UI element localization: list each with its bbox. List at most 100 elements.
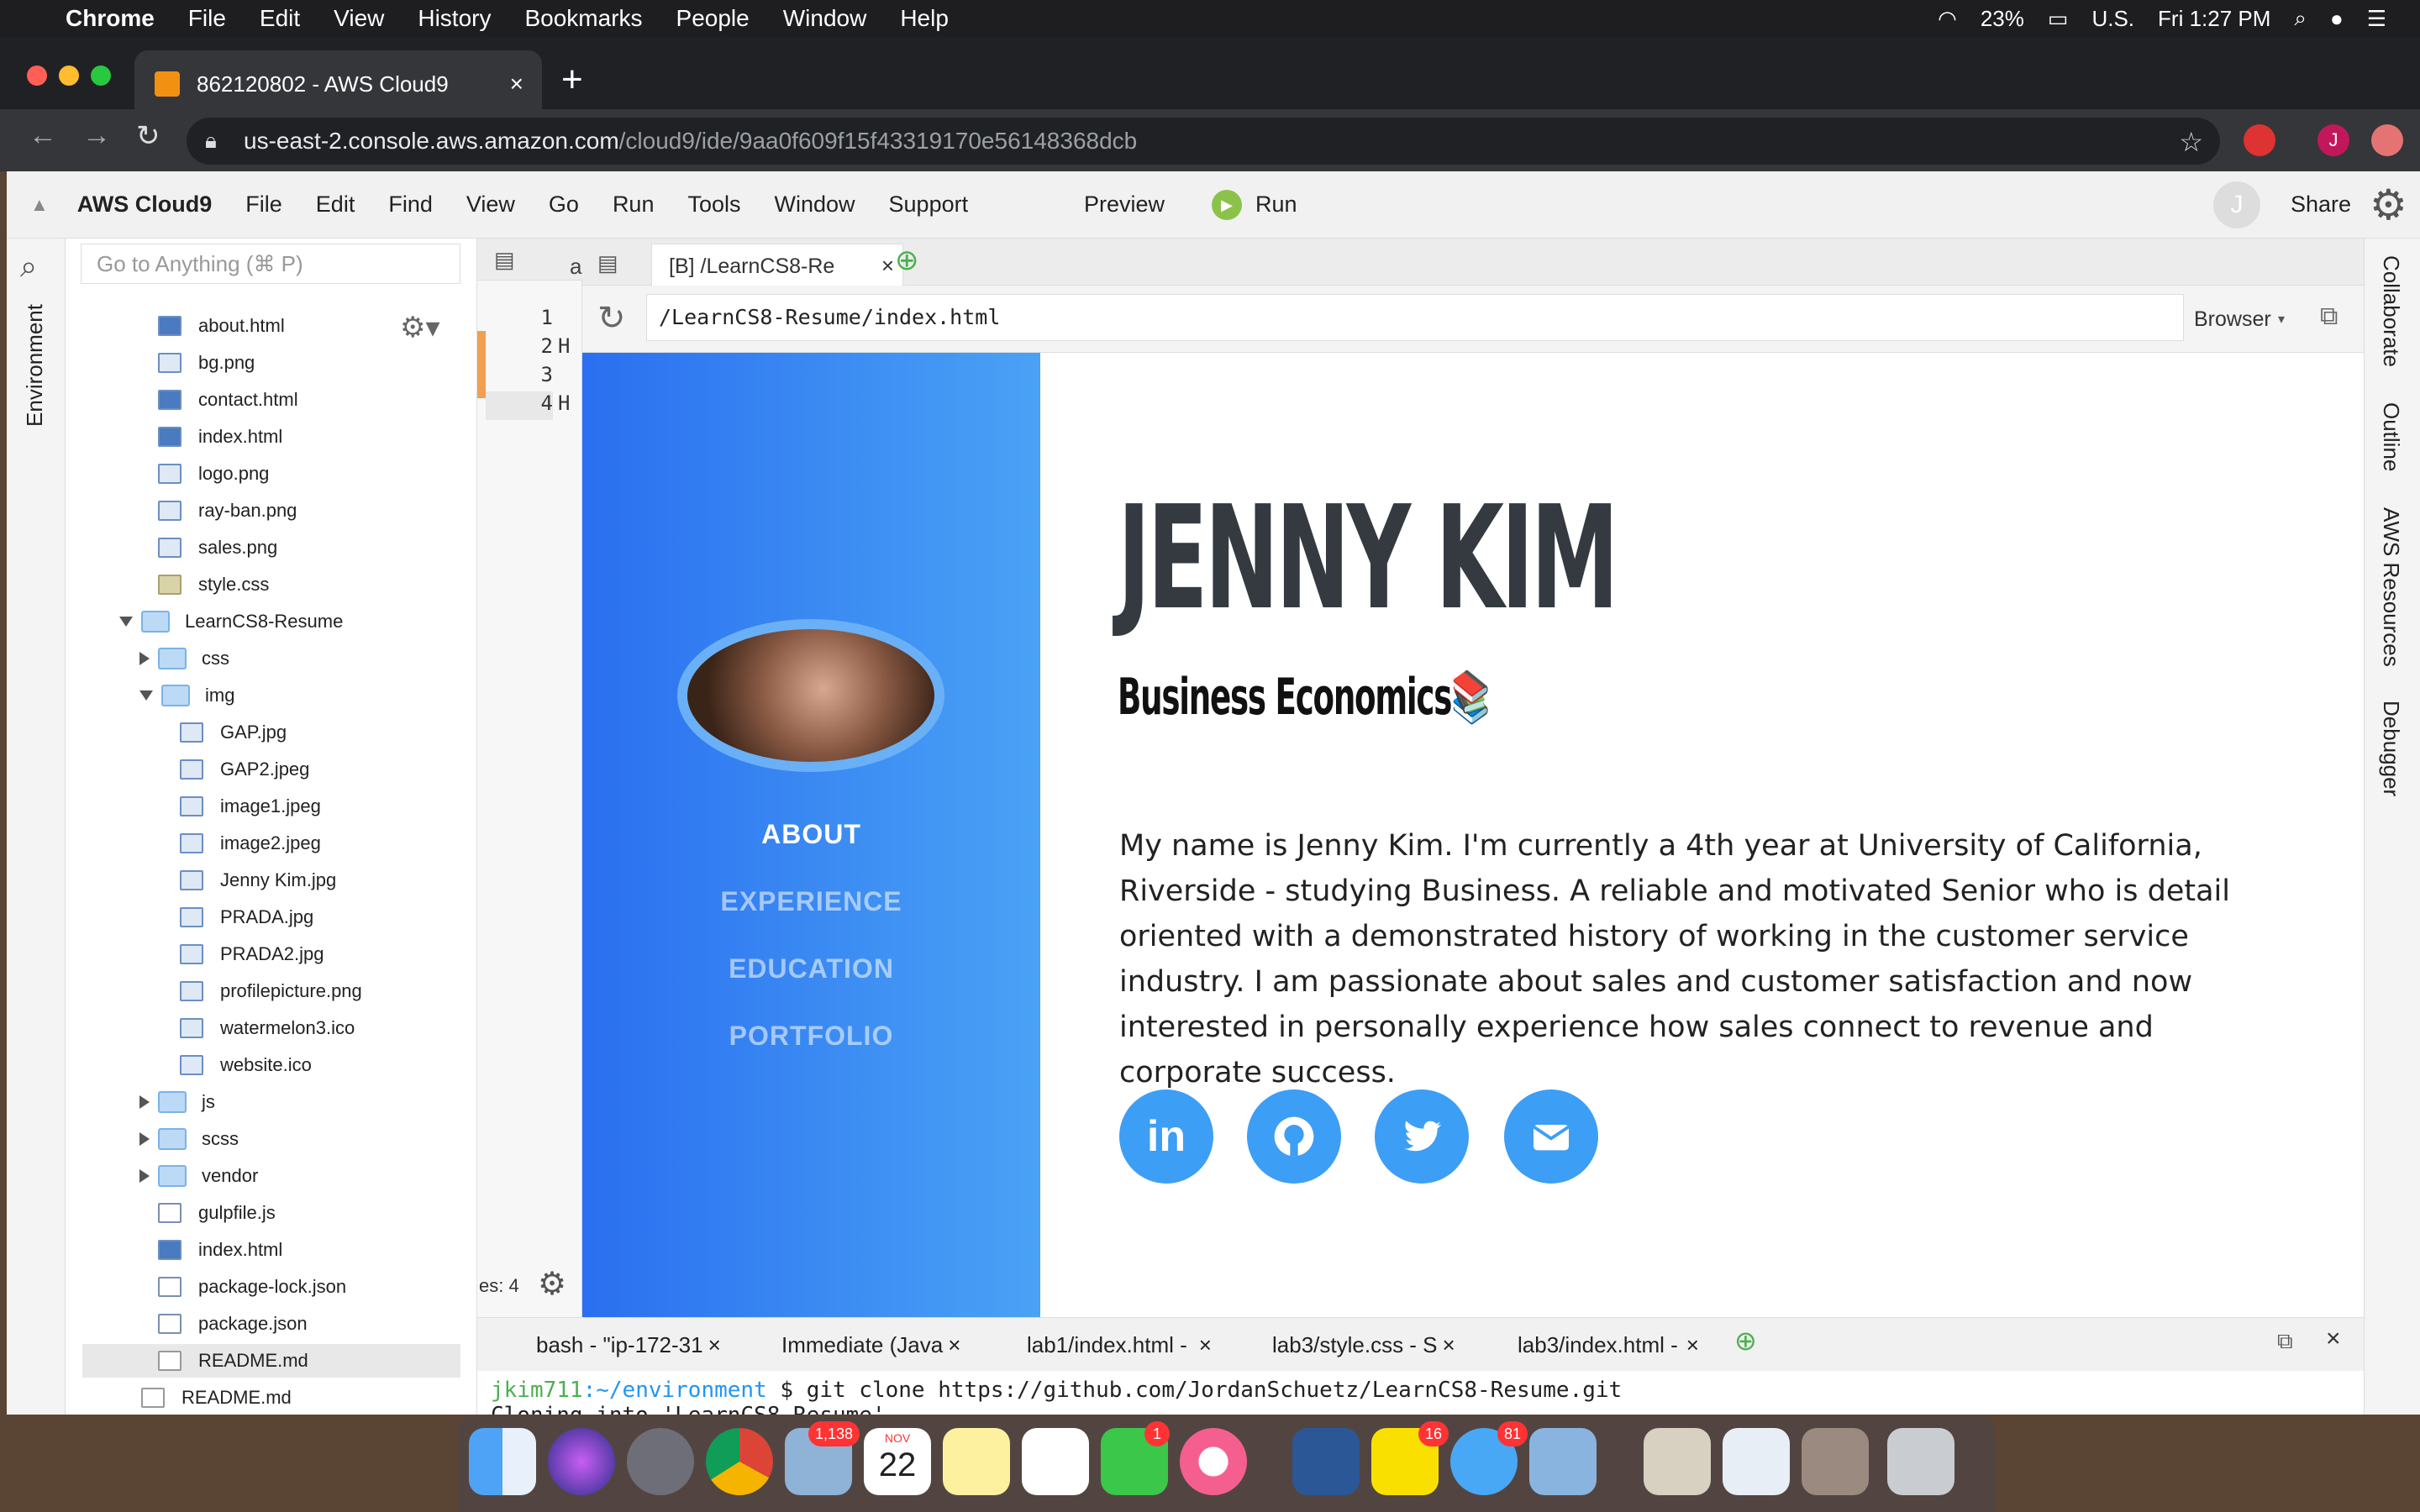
chrome-icon[interactable] — [706, 1428, 773, 1495]
new-tab-icon[interactable]: + — [561, 59, 583, 101]
tree-item[interactable]: watermelon3.ico — [180, 1011, 355, 1045]
browser-tab[interactable]: 862120802 - AWS Cloud9 × — [134, 50, 542, 118]
tree-item[interactable]: scss — [139, 1122, 239, 1156]
debugger-panel-tab[interactable]: Debugger — [2378, 701, 2404, 796]
refresh-icon[interactable]: ↻ — [597, 299, 626, 338]
aws-resources-panel-tab[interactable]: AWS Resources — [2378, 507, 2404, 667]
bookmark-star-icon[interactable]: ☆ — [2179, 126, 2203, 158]
menubar-history[interactable]: History — [418, 5, 491, 32]
tab-bash[interactable]: bash - "ip-172-31 × — [536, 1328, 721, 1362]
address-bar[interactable]: 🔒︎ us-east-2.console.aws.amazon.com/clou… — [187, 118, 2220, 165]
chevron-right-icon[interactable] — [139, 1169, 150, 1183]
tree-item[interactable]: sales.png — [158, 531, 277, 564]
github-icon[interactable] — [1247, 1089, 1341, 1184]
tree-item[interactable]: PRADA.jpg — [180, 900, 313, 934]
reminders-icon[interactable] — [1022, 1428, 1089, 1495]
chevron-down-icon[interactable] — [119, 617, 133, 627]
input-source[interactable]: U.S. — [2091, 6, 2134, 32]
wifi-icon[interactable]: ◠ — [1938, 6, 1957, 32]
cloud9-menu-support[interactable]: Support — [889, 192, 969, 218]
tree-item[interactable]: about.html — [158, 309, 285, 343]
run-button[interactable]: Run — [1255, 192, 1297, 218]
window-thumbnail-icon[interactable] — [1723, 1428, 1790, 1495]
cloud9-menu-file[interactable]: File — [245, 192, 282, 218]
nav-experience[interactable]: EXPERIENCE — [582, 886, 1040, 917]
nav-about[interactable]: ABOUT — [582, 819, 1040, 850]
code-editor[interactable]: ▤ a 12H34H es: 4 ⚙ — [477, 239, 582, 1317]
editor-settings-gear-icon[interactable]: ⚙ — [538, 1265, 566, 1303]
close-panel-icon[interactable]: × — [2326, 1325, 2341, 1353]
siri-icon[interactable] — [548, 1428, 615, 1495]
collaborate-panel-tab[interactable]: Collaborate — [2378, 255, 2404, 367]
tree-item[interactable]: README.md — [141, 1381, 292, 1415]
linkedin-icon[interactable]: in — [1119, 1089, 1213, 1184]
chevron-right-icon[interactable] — [139, 1095, 150, 1109]
extension-icon-2[interactable] — [2371, 124, 2403, 156]
cloud9-menu-view[interactable]: View — [466, 192, 515, 218]
search-icon[interactable]: ⌕ — [20, 249, 37, 285]
outline-panel-tab[interactable]: Outline — [2378, 402, 2404, 471]
reload-icon[interactable]: ↻ — [136, 119, 160, 153]
tree-item[interactable]: ray-ban.png — [158, 494, 297, 528]
tree-item[interactable]: js — [139, 1085, 215, 1119]
cloud9-menu-edit[interactable]: Edit — [316, 192, 355, 218]
restore-panel-icon[interactable]: ⧉ — [2277, 1328, 2293, 1355]
tree-item[interactable]: bg.png — [158, 346, 255, 380]
back-icon[interactable]: ← — [29, 119, 57, 152]
environment-panel-tab[interactable]: Environment — [22, 304, 48, 427]
close-tab-icon[interactable]: × — [510, 71, 523, 97]
new-tab-plus-icon[interactable]: ⊕ — [895, 244, 919, 277]
finder-icon[interactable] — [469, 1428, 536, 1495]
music-icon[interactable] — [1180, 1428, 1247, 1495]
minimize-window-button[interactable] — [59, 66, 79, 86]
tree-item[interactable]: image2.jpeg — [180, 827, 321, 860]
tree-item[interactable]: style.css — [158, 568, 269, 601]
tree-item[interactable]: GAP.jpg — [180, 716, 287, 749]
collapse-toolbar-icon[interactable]: ▲ — [30, 194, 49, 216]
calendar-icon[interactable]: NOV 22 — [864, 1428, 931, 1495]
tree-settings-gear-icon[interactable]: ⚙▾ — [400, 311, 440, 344]
tree-item[interactable]: Jenny Kim.jpg — [180, 864, 336, 897]
tab-immediate[interactable]: Immediate (Java × — [781, 1328, 960, 1362]
tree-item[interactable]: README.md — [82, 1344, 460, 1378]
tree-item[interactable]: contact.html — [158, 383, 298, 417]
close-tab-icon[interactable]: × — [948, 1332, 960, 1358]
forward-icon[interactable]: → — [82, 119, 111, 152]
menubar-app-name[interactable]: Chrome — [66, 5, 155, 32]
tree-item[interactable]: gulpfile.js — [158, 1196, 276, 1230]
tree-item[interactable]: index.html — [158, 1233, 282, 1267]
cloud9-brand[interactable]: AWS Cloud9 — [77, 192, 213, 218]
tree-item[interactable]: package-lock.json — [158, 1270, 346, 1304]
notification-center-icon[interactable]: ☰ — [2367, 6, 2386, 32]
cloud9-menu-go[interactable]: Go — [549, 192, 579, 218]
menubar-edit[interactable]: Edit — [260, 5, 300, 32]
document-thumbnail-icon[interactable] — [1644, 1428, 1711, 1495]
tab-menu-icon[interactable]: ▤ — [597, 250, 618, 276]
twitter-icon[interactable] — [1375, 1089, 1469, 1184]
preview-path-input[interactable]: /LearnCS8-Resume/index.html — [646, 294, 2184, 341]
settings-gear-icon[interactable]: ⚙ — [2370, 181, 2407, 229]
email-icon[interactable] — [1504, 1089, 1598, 1184]
menubar-file[interactable]: File — [188, 5, 226, 32]
notes-icon[interactable] — [943, 1428, 1010, 1495]
menubar-window[interactable]: Window — [783, 5, 867, 32]
clock[interactable]: Fri 1:27 PM — [2158, 6, 2270, 32]
close-tab-icon[interactable]: × — [708, 1332, 721, 1358]
tab-lab3-index[interactable]: lab3/index.html - × — [1518, 1328, 1699, 1362]
tree-item[interactable]: css — [139, 642, 229, 675]
cloud9-menu-find[interactable]: Find — [388, 192, 433, 218]
siri-icon[interactable]: ● — [2330, 6, 2344, 32]
run-icon[interactable]: ▶ — [1212, 189, 1242, 220]
close-window-button[interactable] — [27, 66, 47, 86]
zoom-window-button[interactable] — [91, 66, 111, 86]
user-avatar[interactable]: J — [2213, 181, 2260, 228]
preview-button[interactable]: Preview — [1084, 192, 1165, 218]
menubar-people[interactable]: People — [676, 5, 750, 32]
menubar-help[interactable]: Help — [900, 5, 949, 32]
cloud9-menu-tools[interactable]: Tools — [687, 192, 740, 218]
tree-item[interactable]: img — [139, 679, 234, 712]
nav-portfolio[interactable]: PORTFOLIO — [582, 1021, 1040, 1052]
cloud9-menu-run[interactable]: Run — [613, 192, 655, 218]
menubar-view[interactable]: View — [334, 5, 384, 32]
tree-item[interactable]: package.json — [158, 1307, 308, 1341]
